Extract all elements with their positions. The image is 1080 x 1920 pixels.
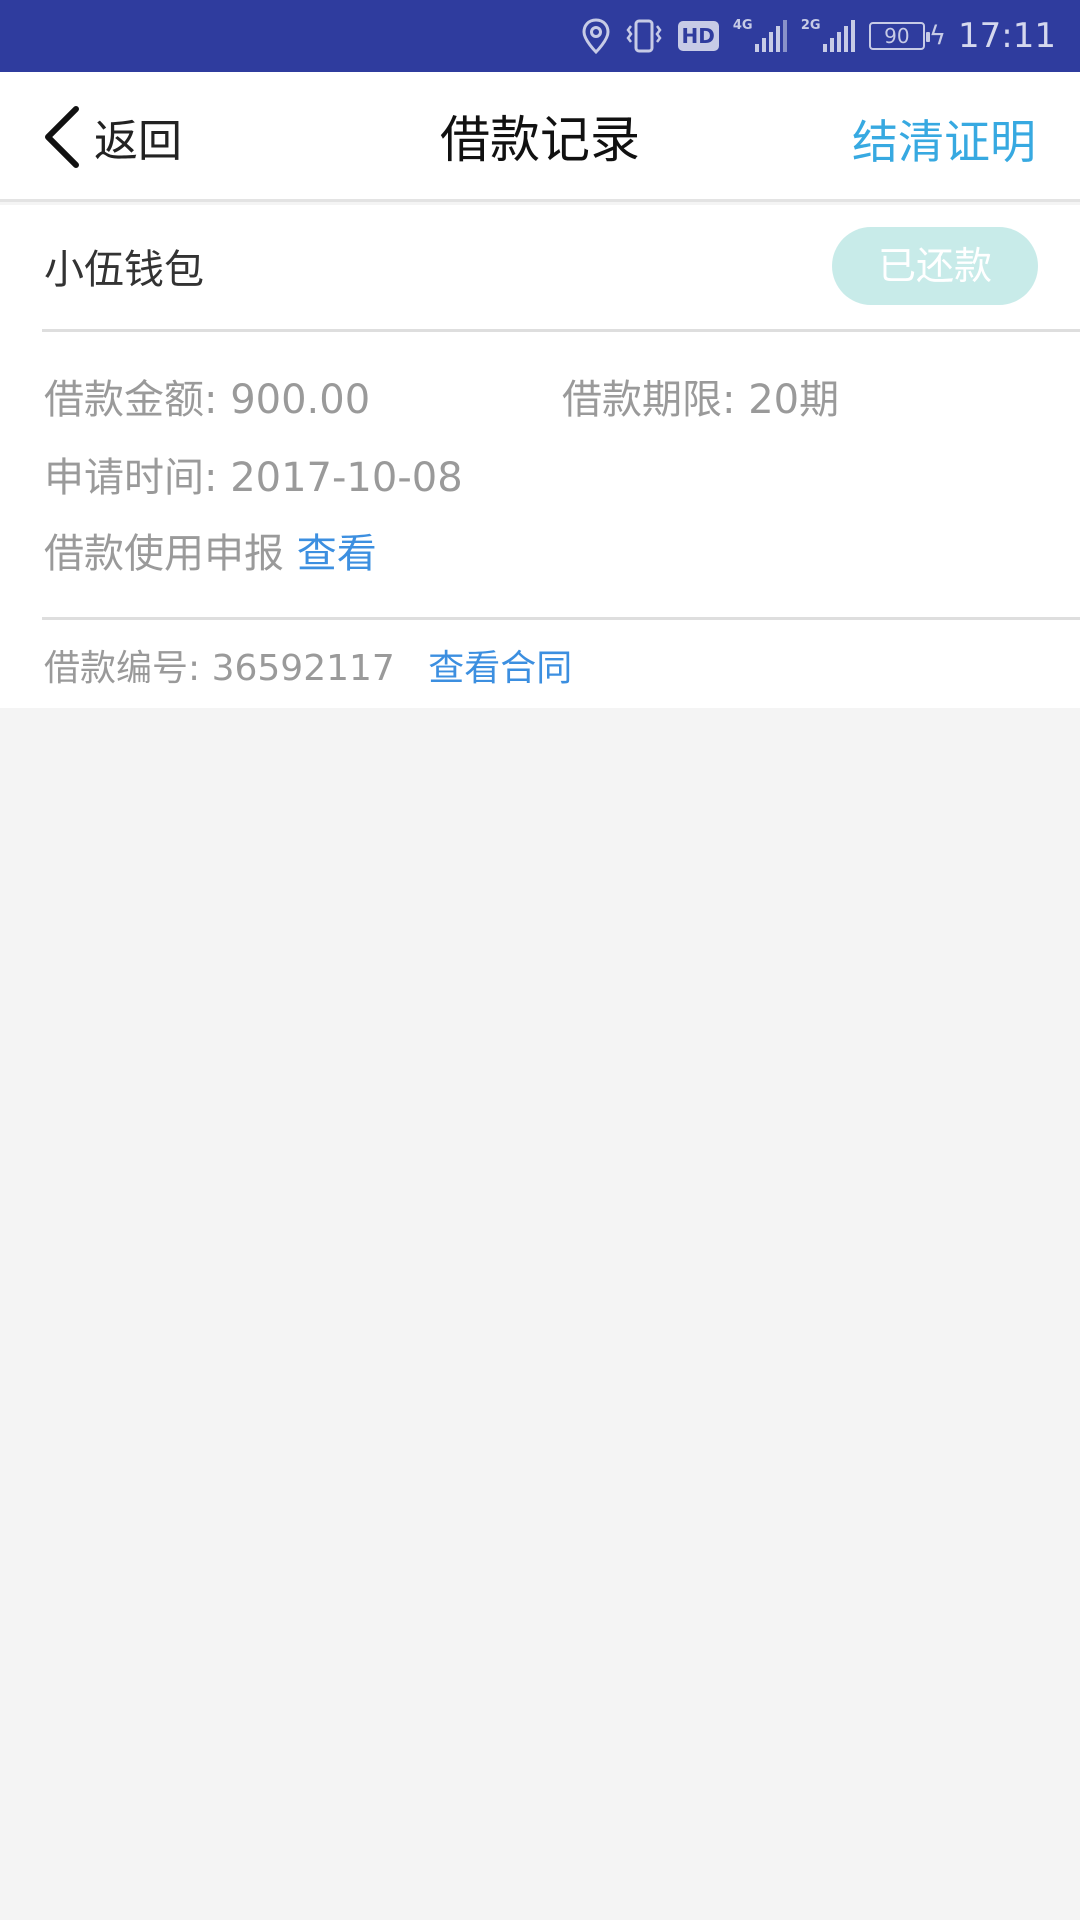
signal-4g-icon: 4G: [733, 16, 787, 56]
status-badge: 已还款: [832, 227, 1038, 305]
divider: [42, 329, 1080, 332]
loan-number-label: 借款编号:: [44, 648, 201, 689]
net2-label: 2G: [800, 18, 821, 33]
loan-term-label: 借款期限:: [562, 377, 736, 423]
application-date-value: 2017-10-08: [230, 455, 463, 501]
hd-label: HD: [677, 21, 719, 51]
net1-label: 4G: [732, 18, 753, 33]
usage-declaration: 借款使用申报 查看: [44, 521, 377, 579]
battery-icon: 90 ϟ: [868, 16, 947, 56]
usage-declaration-label: 借款使用申报: [44, 531, 284, 577]
signal-2g-icon: 2G: [801, 16, 855, 56]
loan-record-card[interactable]: 小伍钱包 已还款 借款金额: 900.00 借款期限: 20期 申请时间: 20…: [0, 205, 1080, 708]
loan-amount-value: 900.00: [230, 377, 371, 423]
status-bar: HD 4G 2G 90 ϟ 17:11: [0, 0, 1080, 72]
loan-number: 借款编号: 36592117 查看合同: [44, 639, 572, 691]
loan-term: 借款期限: 20期: [562, 367, 839, 425]
view-contract-link[interactable]: 查看合同: [428, 648, 572, 689]
vibrate-icon: [624, 16, 664, 56]
divider: [42, 617, 1080, 620]
loan-amount-label: 借款金额:: [44, 377, 218, 423]
lender-name: 小伍钱包: [44, 247, 204, 293]
loan-term-value: 20期: [748, 377, 840, 423]
loan-amount: 借款金额: 900.00: [44, 367, 370, 425]
application-date-label: 申请时间:: [44, 455, 218, 501]
location-icon: [582, 16, 610, 56]
loan-number-value: 36592117: [211, 648, 395, 689]
hd-icon: HD: [677, 16, 719, 56]
charging-icon: ϟ: [928, 21, 947, 51]
battery-level: 90: [868, 22, 930, 50]
view-usage-link[interactable]: 查看: [297, 531, 377, 577]
settlement-certificate-button[interactable]: 结清证明: [852, 106, 1036, 172]
nav-bar: 返回 借款记录 结清证明: [0, 72, 1080, 202]
application-date: 申请时间: 2017-10-08: [44, 445, 463, 503]
clock: 17:11: [958, 16, 1056, 56]
